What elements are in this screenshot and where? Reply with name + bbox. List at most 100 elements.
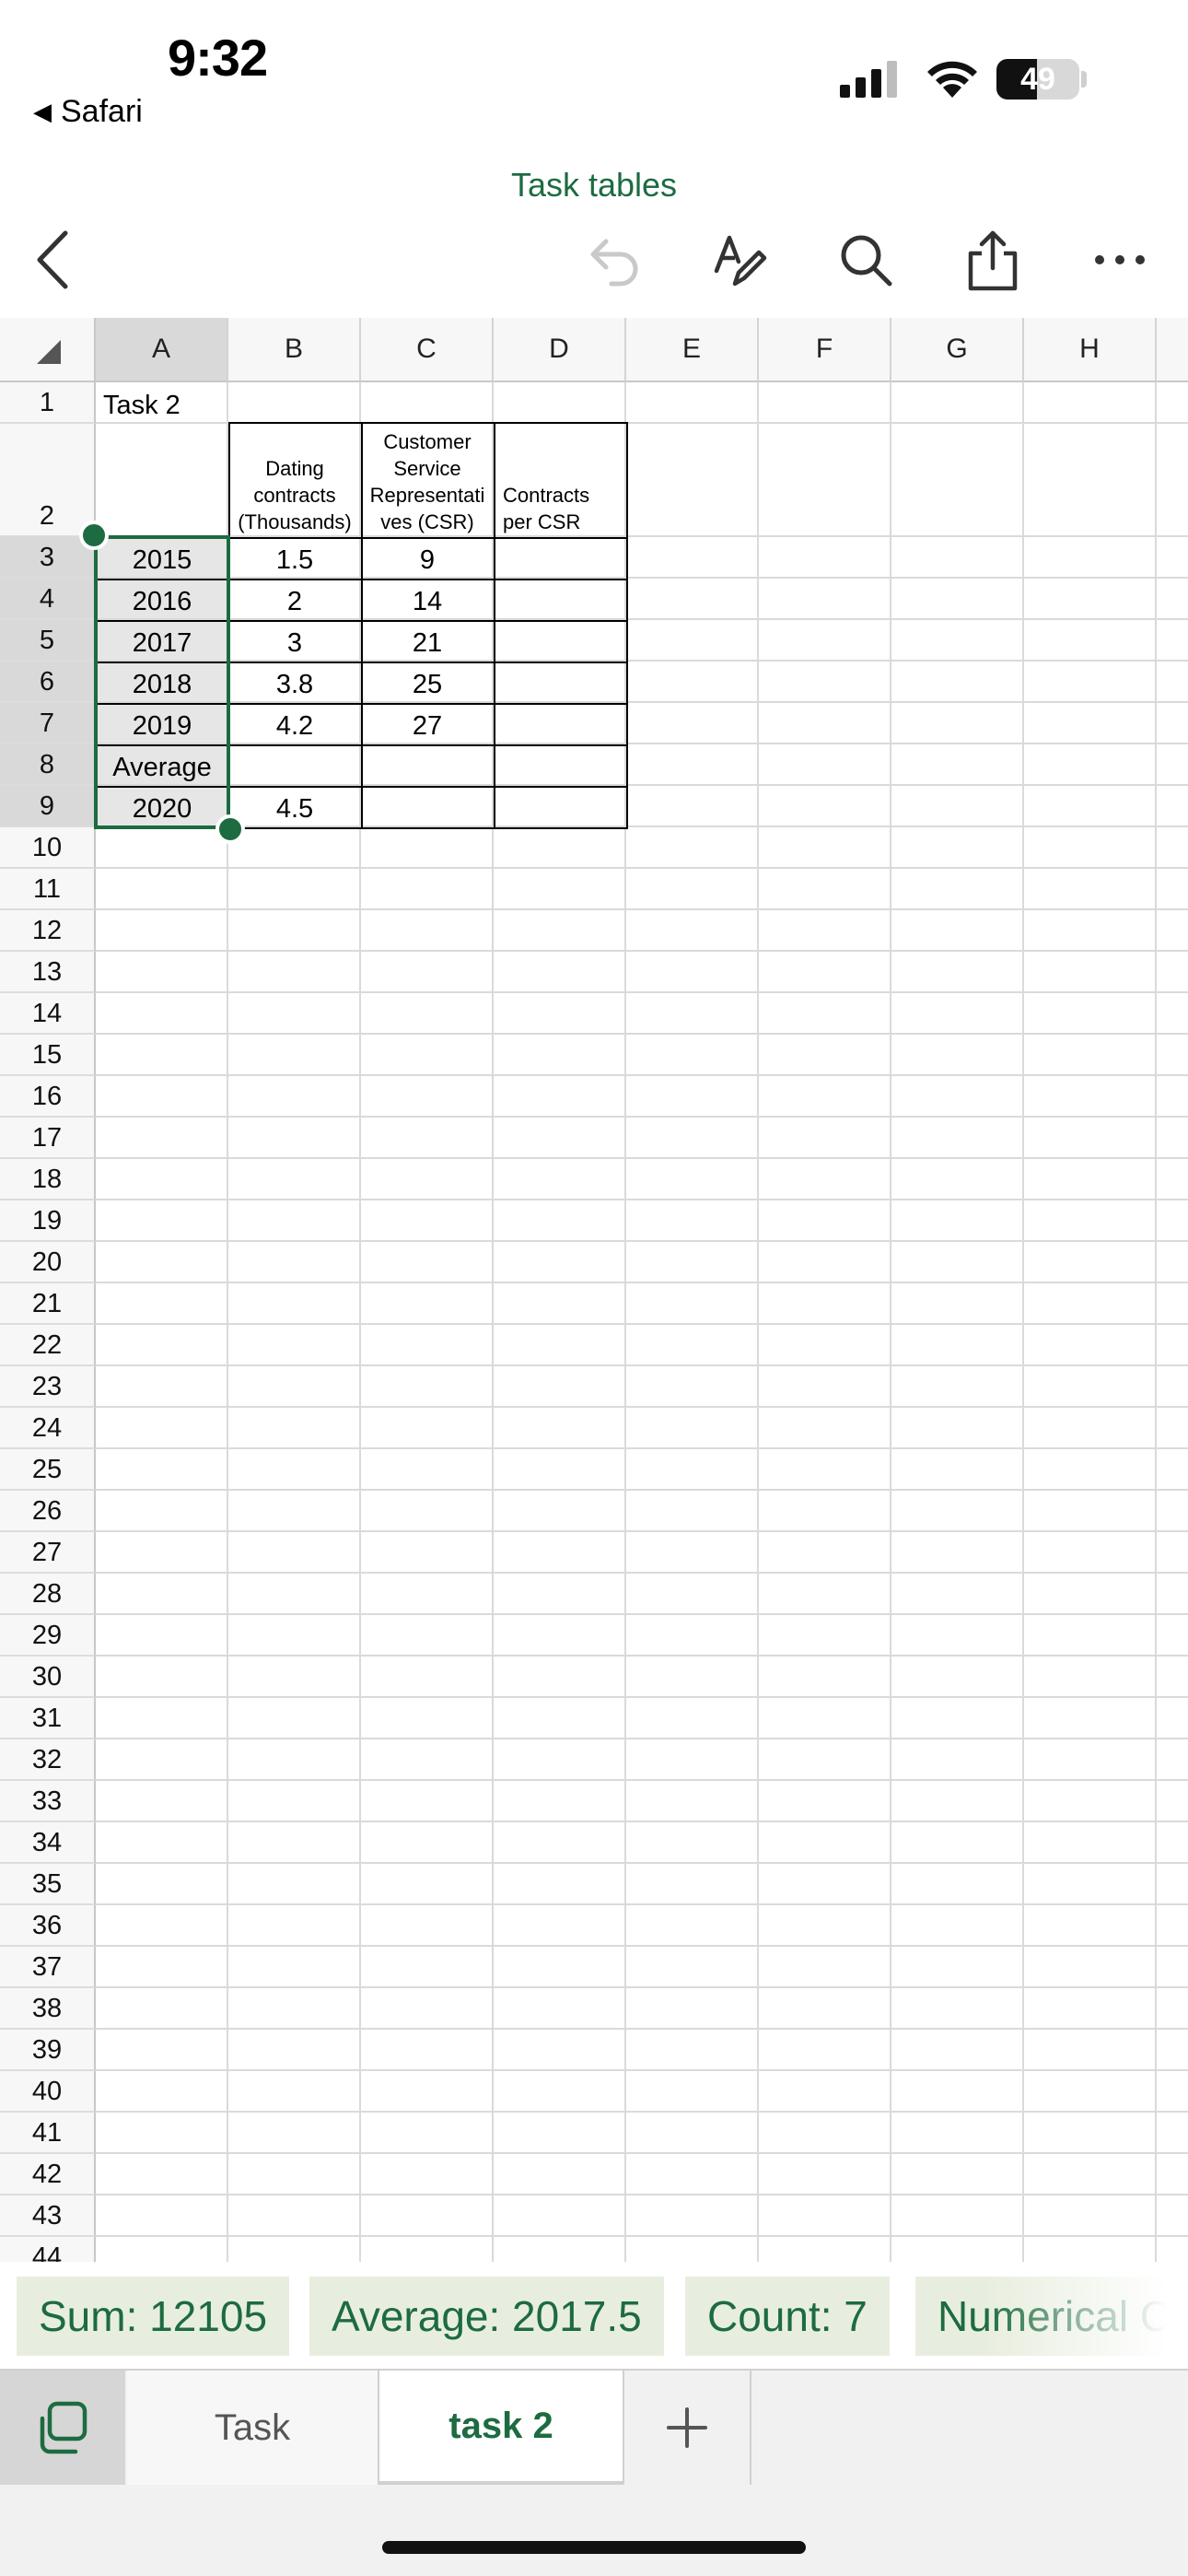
row-gridline — [96, 1530, 1188, 1532]
battery-tip — [1081, 71, 1087, 88]
row-header-17[interactable]: 17 — [0, 1118, 96, 1159]
average-chip[interactable]: Average: 2017.5 — [309, 2277, 664, 2356]
selection-handle-bottom[interactable] — [215, 814, 245, 844]
row-header-37[interactable]: 37 — [0, 1947, 96, 1988]
row-gridline — [96, 1779, 1188, 1781]
row-header-2[interactable]: 2 — [0, 424, 96, 537]
row-header-39[interactable]: 39 — [0, 2030, 96, 2071]
battery-level: 49 — [1020, 62, 1055, 97]
column-header-c[interactable]: C — [361, 318, 494, 382]
search-icon[interactable] — [833, 227, 899, 293]
count-chip[interactable]: Count: 7 — [685, 2277, 890, 2356]
row-gridline — [96, 2152, 1188, 2154]
row-header-32[interactable]: 32 — [0, 1739, 96, 1781]
row-header-25[interactable]: 25 — [0, 1449, 96, 1491]
row-gridline — [96, 1157, 1188, 1159]
summary-fade — [985, 2262, 1188, 2369]
back-to-safari-link[interactable]: ◀ Safari — [33, 94, 143, 130]
column-header-f[interactable]: F — [759, 318, 891, 382]
selection-handle-top[interactable] — [79, 521, 109, 550]
draw-pen-icon[interactable] — [707, 227, 774, 293]
table-cell-border — [361, 786, 495, 829]
plus-icon — [667, 2407, 707, 2448]
sheet-switcher-button[interactable] — [0, 2371, 125, 2485]
back-chevron-icon[interactable] — [20, 227, 87, 293]
row-header-5[interactable]: 5 — [0, 620, 96, 662]
row-header-28[interactable]: 28 — [0, 1574, 96, 1615]
column-header-i[interactable] — [1157, 318, 1188, 382]
row-header-29[interactable]: 29 — [0, 1615, 96, 1657]
cell-a1[interactable]: Task 2 — [96, 382, 372, 424]
row-header-12[interactable]: 12 — [0, 910, 96, 952]
row-header-7[interactable]: 7 — [0, 703, 96, 744]
row-gridline — [96, 1821, 1188, 1822]
column-header-b[interactable]: B — [228, 318, 361, 382]
sheet-tab-task-2[interactable]: task 2 — [378, 2371, 624, 2485]
row-header-9[interactable]: 9 — [0, 786, 96, 827]
row-header-35[interactable]: 35 — [0, 1864, 96, 1905]
select-all-corner[interactable] — [0, 318, 96, 382]
row-header-21[interactable]: 21 — [0, 1283, 96, 1325]
table-cell-border — [494, 579, 628, 622]
row-header-44[interactable]: 44 — [0, 2237, 96, 2262]
status-time: 9:32 — [168, 29, 268, 87]
row-header-40[interactable]: 40 — [0, 2071, 96, 2113]
more-icon[interactable] — [1087, 227, 1153, 293]
row-header-13[interactable]: 13 — [0, 952, 96, 993]
row-header-11[interactable]: 11 — [0, 869, 96, 910]
row-header-33[interactable]: 33 — [0, 1781, 96, 1822]
sheet-tab-task[interactable]: Task — [127, 2371, 378, 2485]
table-cell-border — [228, 703, 363, 746]
row-gridline — [96, 1655, 1188, 1657]
row-header-30[interactable]: 30 — [0, 1657, 96, 1698]
row-gridline — [96, 1074, 1188, 1076]
undo-icon[interactable] — [580, 227, 646, 293]
column-header-d[interactable]: D — [494, 318, 626, 382]
document-title[interactable]: Task tables — [0, 166, 1188, 205]
row-header-26[interactable]: 26 — [0, 1491, 96, 1532]
row-header-18[interactable]: 18 — [0, 1159, 96, 1200]
row-header-38[interactable]: 38 — [0, 1988, 96, 2030]
table-header-border — [494, 422, 628, 539]
row-gridline — [96, 1862, 1188, 1864]
row-header-4[interactable]: 4 — [0, 579, 96, 620]
row-header-23[interactable]: 23 — [0, 1366, 96, 1408]
row-header-43[interactable]: 43 — [0, 2195, 96, 2237]
table-cell-border — [228, 579, 363, 622]
row-header-24[interactable]: 24 — [0, 1408, 96, 1449]
row-header-16[interactable]: 16 — [0, 1076, 96, 1118]
spreadsheet-grid[interactable]: A B C D E F G H 1 2 3 4 5 6 7 8 9 10 11 12 13 14 15 16 1… — [0, 318, 1188, 2262]
row-header-20[interactable]: 20 — [0, 1242, 96, 1283]
table-cell-border — [361, 703, 495, 746]
table-cell-border — [228, 537, 363, 580]
sum-chip[interactable]: Sum: 12105 — [17, 2277, 290, 2356]
row-header-41[interactable]: 41 — [0, 2113, 96, 2154]
row-gridline — [96, 1199, 1188, 1200]
row-header-8[interactable]: 8 — [0, 744, 96, 786]
row-header-10[interactable]: 10 — [0, 827, 96, 869]
row-header-42[interactable]: 42 — [0, 2154, 96, 2195]
row-header-1[interactable]: 1 — [0, 382, 96, 424]
column-header-g[interactable]: G — [891, 318, 1024, 382]
row-header-19[interactable]: 19 — [0, 1200, 96, 1242]
table-cell-border — [361, 662, 495, 705]
row-header-14[interactable]: 14 — [0, 993, 96, 1035]
row-header-22[interactable]: 22 — [0, 1325, 96, 1366]
column-header-a[interactable]: A — [96, 318, 228, 382]
row-header-34[interactable]: 34 — [0, 1822, 96, 1864]
row-header-15[interactable]: 15 — [0, 1035, 96, 1076]
back-app-label: Safari — [61, 94, 143, 129]
row-header-6[interactable]: 6 — [0, 662, 96, 703]
home-indicator — [382, 2541, 806, 2554]
column-header-h[interactable]: H — [1024, 318, 1157, 382]
table-cell-border — [494, 744, 628, 788]
row-gridline — [96, 1447, 1188, 1449]
add-sheet-button[interactable] — [624, 2371, 751, 2485]
row-gridline — [96, 1406, 1188, 1408]
row-gridline — [96, 1323, 1188, 1325]
row-header-27[interactable]: 27 — [0, 1532, 96, 1574]
share-icon[interactable] — [960, 227, 1026, 293]
row-header-31[interactable]: 31 — [0, 1698, 96, 1739]
row-header-36[interactable]: 36 — [0, 1905, 96, 1947]
column-header-e[interactable]: E — [626, 318, 759, 382]
